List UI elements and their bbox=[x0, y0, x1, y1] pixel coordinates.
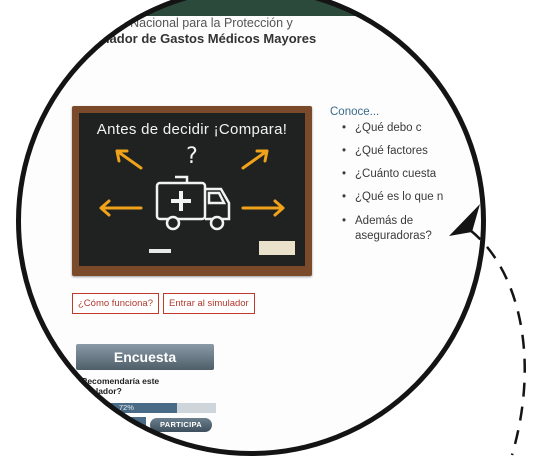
dashed-trail bbox=[469, 229, 526, 456]
annotation-overlay bbox=[449, 204, 526, 456]
cursor-arrow-icon bbox=[449, 204, 480, 236]
screenshot-stage: ión Nacional para la Protección y ulador… bbox=[0, 0, 537, 461]
